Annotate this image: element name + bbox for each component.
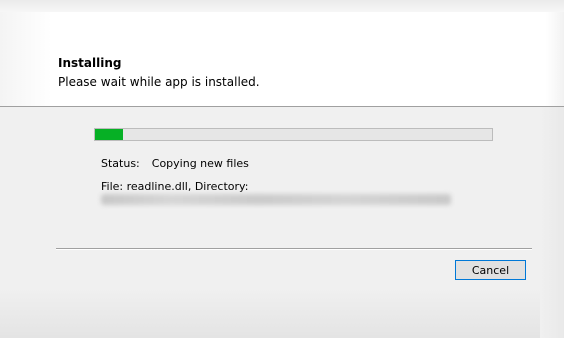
- progress-fill: [95, 129, 123, 140]
- page-subtitle: Please wait while app is installed.: [58, 75, 260, 89]
- top-edge-shade: [0, 0, 564, 12]
- page-title: Installing: [58, 56, 122, 70]
- status-line: Status: Copying new files: [101, 157, 249, 170]
- status-value: Copying new files: [151, 157, 249, 170]
- header-left-shade: [0, 0, 52, 106]
- header-right-shade: [546, 0, 564, 106]
- file-line: File: readline.dll, Directory:: [101, 180, 249, 193]
- cancel-button[interactable]: Cancel: [455, 260, 526, 280]
- right-edge-shade: [540, 106, 564, 338]
- footer-background: [0, 288, 564, 338]
- status-label: Status:: [101, 157, 140, 170]
- footer-divider: [56, 248, 532, 250]
- header-panel: Installing Please wait while app is inst…: [0, 0, 564, 107]
- directory-path-redacted: [101, 194, 451, 205]
- installer-window: Installing Please wait while app is inst…: [0, 0, 564, 338]
- install-progress-bar: [94, 128, 493, 141]
